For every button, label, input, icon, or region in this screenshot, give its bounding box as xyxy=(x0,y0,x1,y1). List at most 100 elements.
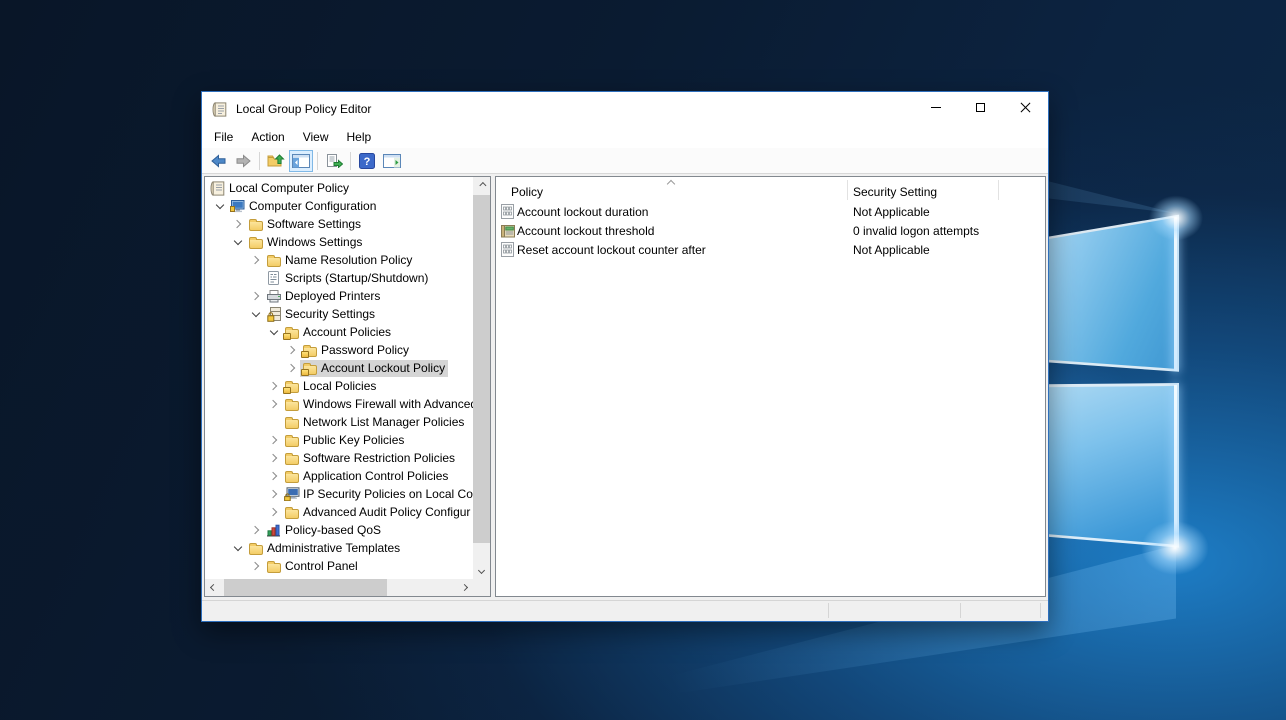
horizontal-scrollbar-thumb[interactable] xyxy=(224,579,387,596)
chevron-expanded-icon[interactable] xyxy=(266,324,282,340)
tree-scroll-area: Local Computer Policy Computer Configura… xyxy=(205,179,473,579)
tree-item-windows-firewall-advanced[interactable]: Windows Firewall with Advanced xyxy=(205,395,473,413)
scroll-left-button[interactable] xyxy=(205,579,222,596)
tree-item-administrative-templates[interactable]: Administrative Templates xyxy=(205,539,473,557)
tree-item-label: Local Policies xyxy=(300,379,376,393)
tree-item-advanced-audit-policy-configuration[interactable]: Advanced Audit Policy Configur xyxy=(205,503,473,521)
tree-item-software-restriction-policies[interactable]: Software Restriction Policies xyxy=(205,449,473,467)
tree-item-software-settings[interactable]: Software Settings xyxy=(205,215,473,233)
status-bar-divider xyxy=(960,603,961,618)
scroll-down-button[interactable] xyxy=(473,562,490,579)
minimize-button[interactable] xyxy=(913,92,958,122)
tree-item-local-computer-policy[interactable]: Local Computer Policy xyxy=(205,179,473,197)
chevron-collapsed-icon[interactable] xyxy=(266,432,282,448)
tree-item-public-key-policies[interactable]: Public Key Policies xyxy=(205,431,473,449)
menu-help[interactable]: Help xyxy=(338,128,381,146)
folder-icon xyxy=(247,234,264,250)
status-bar xyxy=(202,600,1048,620)
help-button[interactable]: ? xyxy=(355,150,379,172)
scroll-right-button[interactable] xyxy=(456,579,473,596)
scroll-up-button[interactable] xyxy=(473,177,490,194)
sort-ascending-icon xyxy=(667,180,675,188)
forward-button[interactable] xyxy=(231,150,255,172)
console-content: Local Computer Policy Computer Configura… xyxy=(202,174,1048,600)
chevron-collapsed-icon[interactable] xyxy=(230,216,246,232)
minimize-icon xyxy=(931,107,941,108)
tree-item-label: Account Lockout Policy xyxy=(318,361,445,375)
console-tree-icon xyxy=(292,154,310,168)
tree-item-policy-based-qos[interactable]: Policy-based QoS xyxy=(205,521,473,539)
tree-item-deployed-printers[interactable]: Deployed Printers xyxy=(205,287,473,305)
tree-item-account-policies[interactable]: Account Policies xyxy=(205,323,473,341)
tree-item-security-settings[interactable]: Security Settings xyxy=(205,305,473,323)
chevron-collapsed-icon[interactable] xyxy=(248,252,264,268)
chevron-collapsed-icon[interactable] xyxy=(266,378,282,394)
tree-item-windows-settings[interactable]: Windows Settings xyxy=(205,233,473,251)
chevron-collapsed-icon[interactable] xyxy=(266,396,282,412)
chevron-expanded-icon[interactable] xyxy=(212,198,228,214)
chevron-collapsed-icon[interactable] xyxy=(248,558,264,574)
tree-item-control-panel[interactable]: Control Panel xyxy=(205,557,473,575)
folder-icon xyxy=(283,396,300,412)
show-action-pane-button[interactable] xyxy=(380,150,404,172)
folder-lock-icon xyxy=(301,342,318,358)
menu-action[interactable]: Action xyxy=(242,128,293,146)
tree-item-label: Administrative Templates xyxy=(264,541,400,555)
maximize-button[interactable] xyxy=(958,92,1003,122)
tree-item-local-policies[interactable]: Local Policies xyxy=(205,377,473,395)
tree-item-label: Policy-based QoS xyxy=(282,523,381,537)
tree-item-account-lockout-policy[interactable]: Account Lockout Policy xyxy=(205,359,473,377)
tree-vertical-scrollbar[interactable] xyxy=(473,177,490,579)
wallpaper-corner-glow-top xyxy=(1140,188,1212,248)
tree-item-label: Deployed Printers xyxy=(282,289,380,303)
chevron-collapsed-icon[interactable] xyxy=(284,342,300,358)
chevron-collapsed-icon[interactable] xyxy=(266,486,282,502)
menu-file[interactable]: File xyxy=(205,128,242,146)
column-separator[interactable] xyxy=(847,180,848,200)
list-row-account-lockout-threshold[interactable]: Account lockout threshold 0 invalid logo… xyxy=(496,221,1045,240)
chevron-expanded-icon[interactable] xyxy=(248,306,264,322)
column-header-security-setting[interactable]: Security Setting xyxy=(853,179,937,201)
list-row-reset-account-lockout-counter[interactable]: Reset account lockout counter after Not … xyxy=(496,240,1045,259)
tree-item-label: Public Key Policies xyxy=(300,433,404,447)
tree-item-name-resolution-policy[interactable]: Name Resolution Policy xyxy=(205,251,473,269)
close-button[interactable] xyxy=(1003,92,1048,122)
tree-item-password-policy[interactable]: Password Policy xyxy=(205,341,473,359)
show-console-tree-button[interactable] xyxy=(289,150,313,172)
chevron-collapsed-icon[interactable] xyxy=(266,504,282,520)
chevron-collapsed-icon[interactable] xyxy=(266,468,282,484)
gpedit-app-icon xyxy=(212,102,227,117)
list-row-account-lockout-duration[interactable]: Account lockout duration Not Applicable xyxy=(496,202,1045,221)
chevron-expanded-icon[interactable] xyxy=(230,540,246,556)
tree-horizontal-scrollbar[interactable] xyxy=(205,579,473,596)
computer-icon xyxy=(229,198,246,214)
svg-text:?: ? xyxy=(364,156,371,168)
tree-item-ip-security-policies[interactable]: IP Security Policies on Local Con xyxy=(205,485,473,503)
tree-item-scripts-startup-shutdown[interactable]: Scripts (Startup/Shutdown) xyxy=(205,269,473,287)
back-button[interactable] xyxy=(206,150,230,172)
close-icon xyxy=(1020,102,1031,113)
status-bar-divider xyxy=(828,603,829,618)
menu-view[interactable]: View xyxy=(294,128,338,146)
chevron-collapsed-icon[interactable] xyxy=(248,522,264,538)
column-separator[interactable] xyxy=(998,180,999,200)
chevron-collapsed-icon[interactable] xyxy=(266,450,282,466)
tree-item-network-list-manager-policies[interactable]: Network List Manager Policies xyxy=(205,413,473,431)
column-header-policy[interactable]: Policy xyxy=(511,179,543,201)
vertical-scrollbar-thumb[interactable] xyxy=(473,195,490,543)
export-list-button[interactable] xyxy=(322,150,346,172)
folder-lock-icon xyxy=(301,360,318,376)
gpo-scroll-icon xyxy=(209,180,226,196)
help-icon: ? xyxy=(359,153,375,169)
tree-item-application-control-policies[interactable]: Application Control Policies xyxy=(205,467,473,485)
chevron-collapsed-icon[interactable] xyxy=(284,360,300,376)
qos-chart-icon xyxy=(265,522,282,538)
up-one-level-button[interactable] xyxy=(264,150,288,172)
policy-setting: Not Applicable xyxy=(853,243,930,257)
tree-item-computer-configuration[interactable]: Computer Configuration xyxy=(205,197,473,215)
chevron-collapsed-icon[interactable] xyxy=(248,288,264,304)
tree-item-label: Password Policy xyxy=(318,343,409,357)
chevron-expanded-icon[interactable] xyxy=(230,234,246,250)
folder-icon xyxy=(247,216,264,232)
scrollbar-corner xyxy=(473,579,490,596)
